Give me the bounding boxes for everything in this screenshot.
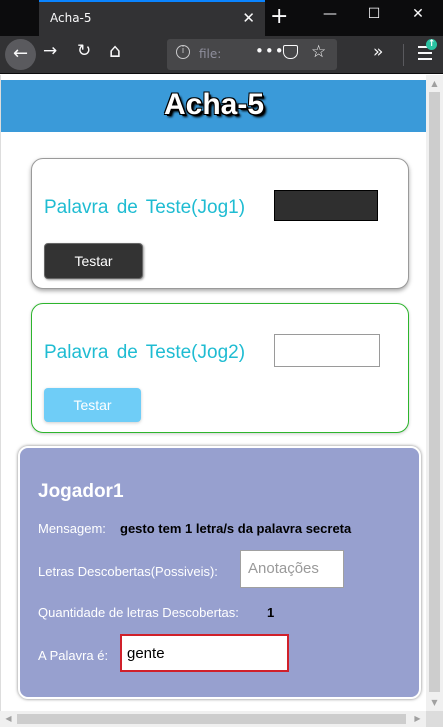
pocket-icon[interactable] [283,45,298,59]
message-label: Mensagem: [38,521,106,536]
page-header: Acha-5 [1,80,426,132]
tab-acha5[interactable]: Acha-5 ✕ [39,0,265,36]
info-icon[interactable]: i [176,45,190,59]
player2-test-button[interactable]: Testar [44,388,141,422]
scroll-left-icon[interactable]: ◀ [0,711,17,727]
scroll-right-icon[interactable]: ▶ [409,711,426,727]
home-icon[interactable]: ⌂ [109,40,121,62]
new-tab-icon[interactable]: + [270,4,288,29]
word-input[interactable]: gente [120,634,289,672]
back-icon[interactable]: ← [5,39,36,70]
maximize-icon[interactable]: ☐ [354,6,394,22]
bookmark-star-icon[interactable]: ☆ [311,42,326,62]
player-panel: Jogador1 Mensagem: gesto tem 1 letra/s d… [18,446,421,699]
message-value: gesto tem 1 letra/s da palavra secreta [120,521,352,536]
letters-label: Letras Descobertas(Possiveis): [38,564,218,579]
page-title: Acha-5 [163,88,265,121]
url-bar[interactable]: i file: ••• ☆ [167,39,337,70]
player1-test-label: Palavra de Teste(Jog1) [44,197,246,218]
tab-bar: Acha-5 ✕ + — ☐ ✕ [0,0,443,36]
player2-test-input[interactable] [274,334,380,367]
word-label: A Palavra é: [38,648,109,663]
scroll-down-icon[interactable]: ▼ [426,694,443,711]
count-label: Quantidade de letras Descobertas: [38,605,239,620]
scroll-up-icon[interactable]: ▲ [426,75,443,92]
nav-bar: ← → ↻ ⌂ i file: ••• ☆ » [0,36,443,74]
overflow-icon[interactable]: » [373,42,383,62]
notes-input[interactable]: Anotações [240,550,344,588]
horizontal-scroll-thumb[interactable] [17,714,406,724]
scrollbar-corner [426,711,443,727]
player1-test-card: Palavra de Teste(Jog1) Testar [31,158,409,289]
page-viewport: Acha-5 Palavra de Teste(Jog1) Testar Pal… [0,75,426,711]
update-badge-icon: ↑ [426,39,437,50]
count-value: 1 [267,605,275,620]
reload-icon[interactable]: ↻ [77,41,91,61]
url-text[interactable]: file: [199,47,221,61]
player2-test-card: Palavra de Teste(Jog2) Testar [31,303,409,433]
close-tab-icon[interactable]: ✕ [242,9,255,27]
player-title: Jogador1 [38,481,124,502]
page-actions-icon[interactable]: ••• [255,42,285,60]
close-window-icon[interactable]: ✕ [398,6,438,22]
minimize-icon[interactable]: — [310,6,350,22]
toolbar-divider [403,44,404,66]
vertical-scroll-thumb[interactable] [429,92,440,692]
player1-test-input[interactable] [274,190,378,221]
horizontal-scrollbar[interactable]: ◀ ▶ [0,711,426,727]
player1-test-button[interactable]: Testar [44,243,143,279]
vertical-scrollbar[interactable]: ▲ ▼ [426,75,443,711]
player2-test-label: Palavra de Teste(Jog2) [44,342,246,363]
tab-title: Acha-5 [50,11,92,25]
forward-icon[interactable]: → [43,41,57,61]
